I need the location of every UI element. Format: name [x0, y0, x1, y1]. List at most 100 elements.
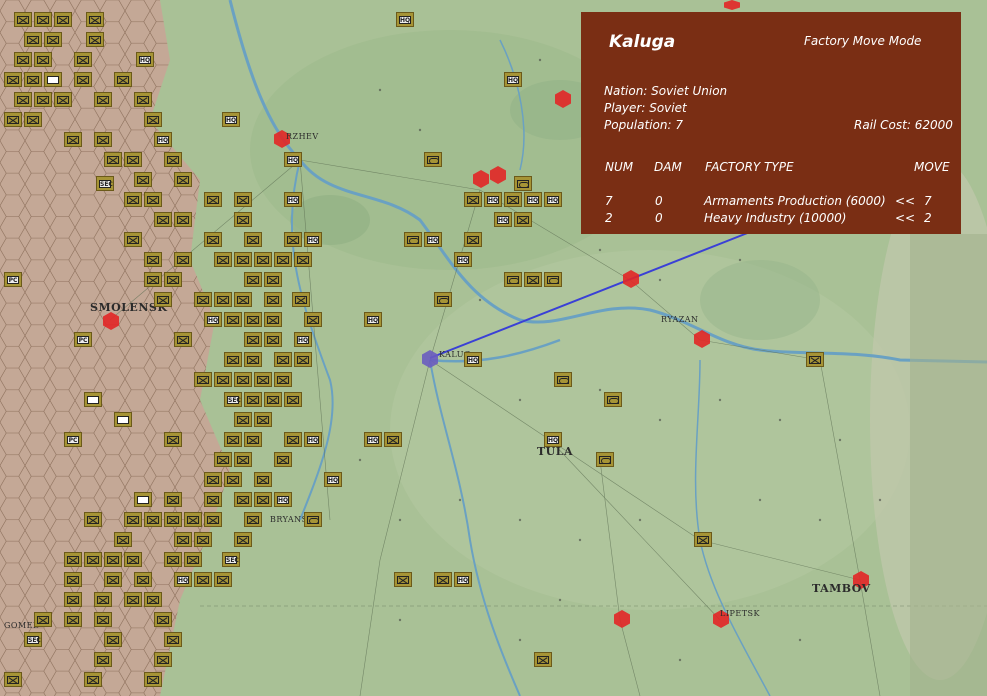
unit-counter[interactable] [174, 172, 192, 187]
unit-counter[interactable] [274, 252, 292, 267]
hq-unit-counter[interactable]: HQ [524, 192, 542, 207]
unit-counter[interactable] [464, 192, 482, 207]
armor-unit-counter[interactable] [514, 176, 532, 191]
pc-unit-counter[interactable]: PC [74, 332, 92, 347]
unit-counter[interactable] [54, 12, 72, 27]
unit-counter[interactable] [254, 492, 272, 507]
unit-counter[interactable] [44, 72, 62, 87]
hq-unit-counter[interactable]: HQ [304, 232, 322, 247]
unit-counter[interactable] [694, 532, 712, 547]
armor-unit-counter[interactable] [604, 392, 622, 407]
unit-counter[interactable] [224, 312, 242, 327]
unit-counter[interactable] [204, 512, 222, 527]
unit-counter[interactable] [234, 192, 252, 207]
hq-unit-counter[interactable]: HQ [136, 52, 154, 67]
unit-counter[interactable] [84, 512, 102, 527]
unit-counter[interactable] [94, 92, 112, 107]
unit-counter[interactable] [4, 72, 22, 87]
armor-unit-counter[interactable] [434, 292, 452, 307]
unit-counter[interactable] [64, 592, 82, 607]
unit-counter[interactable] [144, 672, 162, 687]
unit-counter[interactable] [134, 172, 152, 187]
unit-counter[interactable] [34, 92, 52, 107]
unit-counter[interactable] [154, 292, 172, 307]
unit-counter[interactable] [144, 252, 162, 267]
unit-counter[interactable] [124, 192, 142, 207]
unit-counter[interactable] [24, 32, 42, 47]
unit-counter[interactable] [504, 192, 522, 207]
unit-counter[interactable] [184, 552, 202, 567]
unit-counter[interactable] [214, 292, 232, 307]
unit-counter[interactable] [134, 492, 152, 507]
unit-counter[interactable] [292, 292, 310, 307]
unit-counter[interactable] [64, 132, 82, 147]
unit-counter[interactable] [214, 252, 232, 267]
hq-unit-counter[interactable]: HQ [364, 432, 382, 447]
hq-unit-counter[interactable]: HQ [324, 472, 342, 487]
row-1-move-left-button[interactable]: << [895, 194, 915, 208]
unit-counter[interactable] [154, 652, 172, 667]
unit-counter[interactable] [144, 112, 162, 127]
unit-counter[interactable] [84, 392, 102, 407]
hq-unit-counter[interactable]: HQ [396, 12, 414, 27]
unit-counter[interactable] [4, 112, 22, 127]
armor-unit-counter[interactable] [424, 152, 442, 167]
unit-counter[interactable] [14, 12, 32, 27]
sec-unit-counter[interactable]: SEC [224, 392, 242, 407]
unit-counter[interactable] [244, 312, 262, 327]
unit-counter[interactable] [264, 292, 282, 307]
unit-counter[interactable] [154, 212, 172, 227]
unit-counter[interactable] [24, 72, 42, 87]
armor-unit-counter[interactable] [544, 272, 562, 287]
unit-counter[interactable] [114, 72, 132, 87]
unit-counter[interactable] [264, 272, 282, 287]
armor-unit-counter[interactable] [596, 452, 614, 467]
unit-counter[interactable] [94, 652, 112, 667]
sec-unit-counter[interactable]: SEC [24, 632, 42, 647]
unit-counter[interactable] [244, 512, 262, 527]
unit-counter[interactable] [464, 232, 482, 247]
hq-unit-counter[interactable]: HQ [304, 432, 322, 447]
armor-unit-counter[interactable] [504, 272, 522, 287]
hq-unit-counter[interactable]: HQ [364, 312, 382, 327]
unit-counter[interactable] [164, 152, 182, 167]
unit-counter[interactable] [14, 92, 32, 107]
unit-counter[interactable] [294, 252, 312, 267]
hq-unit-counter[interactable]: HQ [484, 192, 502, 207]
unit-counter[interactable] [434, 572, 452, 587]
hq-unit-counter[interactable]: HQ [504, 72, 522, 87]
unit-counter[interactable] [224, 432, 242, 447]
unit-counter[interactable] [234, 252, 252, 267]
unit-counter[interactable] [94, 612, 112, 627]
unit-counter[interactable] [4, 672, 22, 687]
unit-counter[interactable] [14, 52, 32, 67]
unit-counter[interactable] [86, 32, 104, 47]
unit-counter[interactable] [244, 272, 262, 287]
unit-counter[interactable] [64, 612, 82, 627]
unit-counter[interactable] [24, 112, 42, 127]
hq-unit-counter[interactable]: HQ [154, 132, 172, 147]
unit-counter[interactable] [244, 232, 262, 247]
unit-counter[interactable] [64, 552, 82, 567]
unit-counter[interactable] [204, 192, 222, 207]
unit-counter[interactable] [384, 432, 402, 447]
unit-counter[interactable] [244, 392, 262, 407]
unit-counter[interactable] [194, 572, 212, 587]
unit-counter[interactable] [194, 292, 212, 307]
unit-counter[interactable] [34, 52, 52, 67]
unit-counter[interactable] [284, 392, 302, 407]
unit-counter[interactable] [214, 572, 232, 587]
pc-unit-counter[interactable]: PC [4, 272, 22, 287]
unit-counter[interactable] [204, 492, 222, 507]
unit-counter[interactable] [124, 152, 142, 167]
unit-counter[interactable] [806, 352, 824, 367]
unit-counter[interactable] [204, 472, 222, 487]
unit-counter[interactable] [274, 352, 292, 367]
hq-unit-counter[interactable]: HQ [454, 572, 472, 587]
unit-counter[interactable] [84, 672, 102, 687]
unit-counter[interactable] [34, 612, 52, 627]
unit-counter[interactable] [104, 152, 122, 167]
unit-counter[interactable] [104, 552, 122, 567]
unit-counter[interactable] [254, 472, 272, 487]
unit-counter[interactable] [304, 312, 322, 327]
